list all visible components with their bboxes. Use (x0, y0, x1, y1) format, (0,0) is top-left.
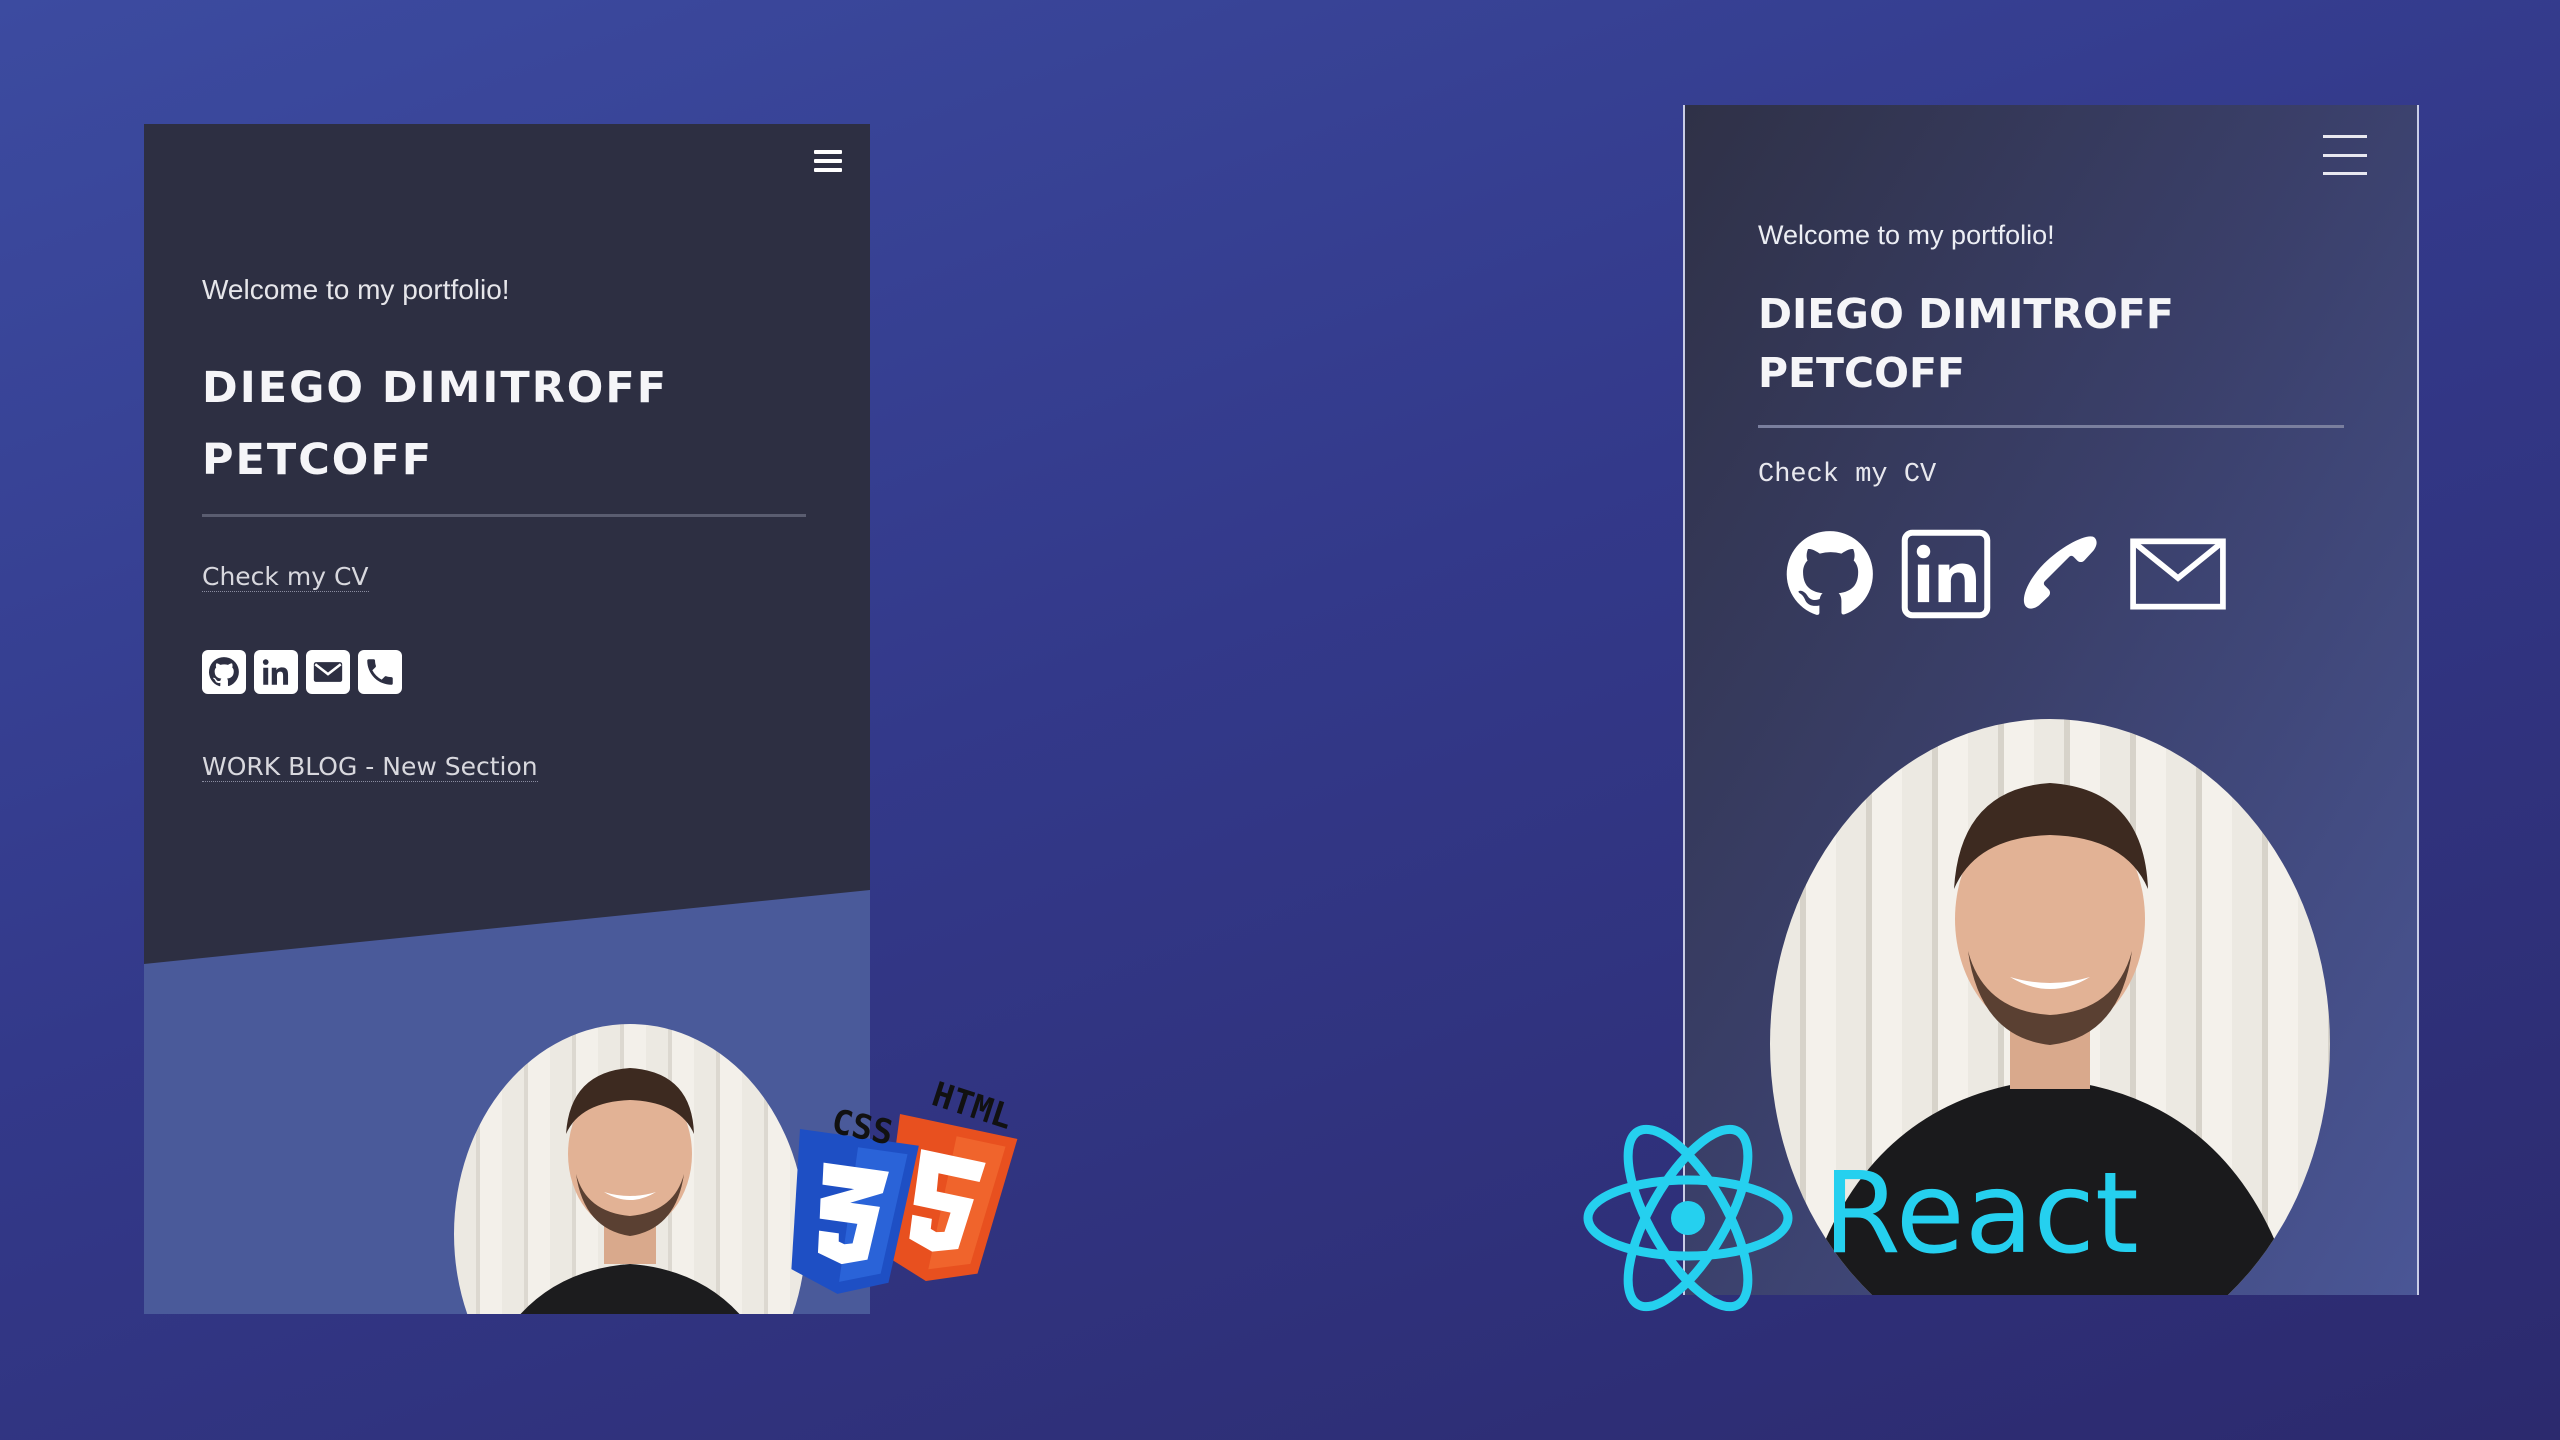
name-line-1: DIEGO DIMITROFF (1758, 290, 2174, 338)
github-icon[interactable] (1781, 525, 1879, 623)
social-links (202, 650, 402, 694)
left-phone-screenshot: Welcome to my portfolio! DIEGO DIMITROFF… (144, 124, 870, 1314)
right-phone-screenshot: Welcome to my portfolio! DIEGO DIMITROFF… (1683, 105, 2419, 1295)
welcome-text: Welcome to my portfolio! (202, 274, 510, 305)
linkedin-icon[interactable] (1897, 525, 1995, 623)
linkedin-icon[interactable] (254, 650, 298, 694)
mail-icon[interactable] (306, 650, 350, 694)
hamburger-icon[interactable] (814, 150, 842, 172)
name-line-1: DIEGO DIMITROFF (202, 363, 669, 413)
check-cv-link[interactable]: Check my CV (202, 562, 369, 592)
html-css-logo: CSS HTML (780, 1074, 1070, 1304)
hamburger-icon[interactable] (2323, 135, 2367, 175)
react-logo: React (1578, 1118, 2148, 1318)
page-title: DIEGO DIMITROFF PETCOFF (202, 352, 802, 496)
github-icon[interactable] (202, 650, 246, 694)
phone-icon[interactable] (2013, 525, 2111, 623)
check-cv-link[interactable]: Check my CV (1758, 460, 1936, 490)
work-blog-link[interactable]: WORK BLOG - New Section (202, 752, 538, 782)
social-links (1781, 525, 2227, 623)
profile-photo (454, 1024, 806, 1314)
divider (202, 514, 806, 517)
react-atom-icon (1583, 1124, 1793, 1312)
name-line-2: PETCOFF (1758, 349, 1965, 397)
name-line-2: PETCOFF (202, 435, 434, 485)
mail-icon[interactable] (2129, 525, 2227, 623)
welcome-text: Welcome to my portfolio! (1758, 220, 2055, 250)
page-title: DIEGO DIMITROFF PETCOFF (1758, 285, 2358, 403)
divider (1758, 425, 2344, 428)
react-label: React (1823, 1149, 2139, 1279)
phone-icon[interactable] (358, 650, 402, 694)
